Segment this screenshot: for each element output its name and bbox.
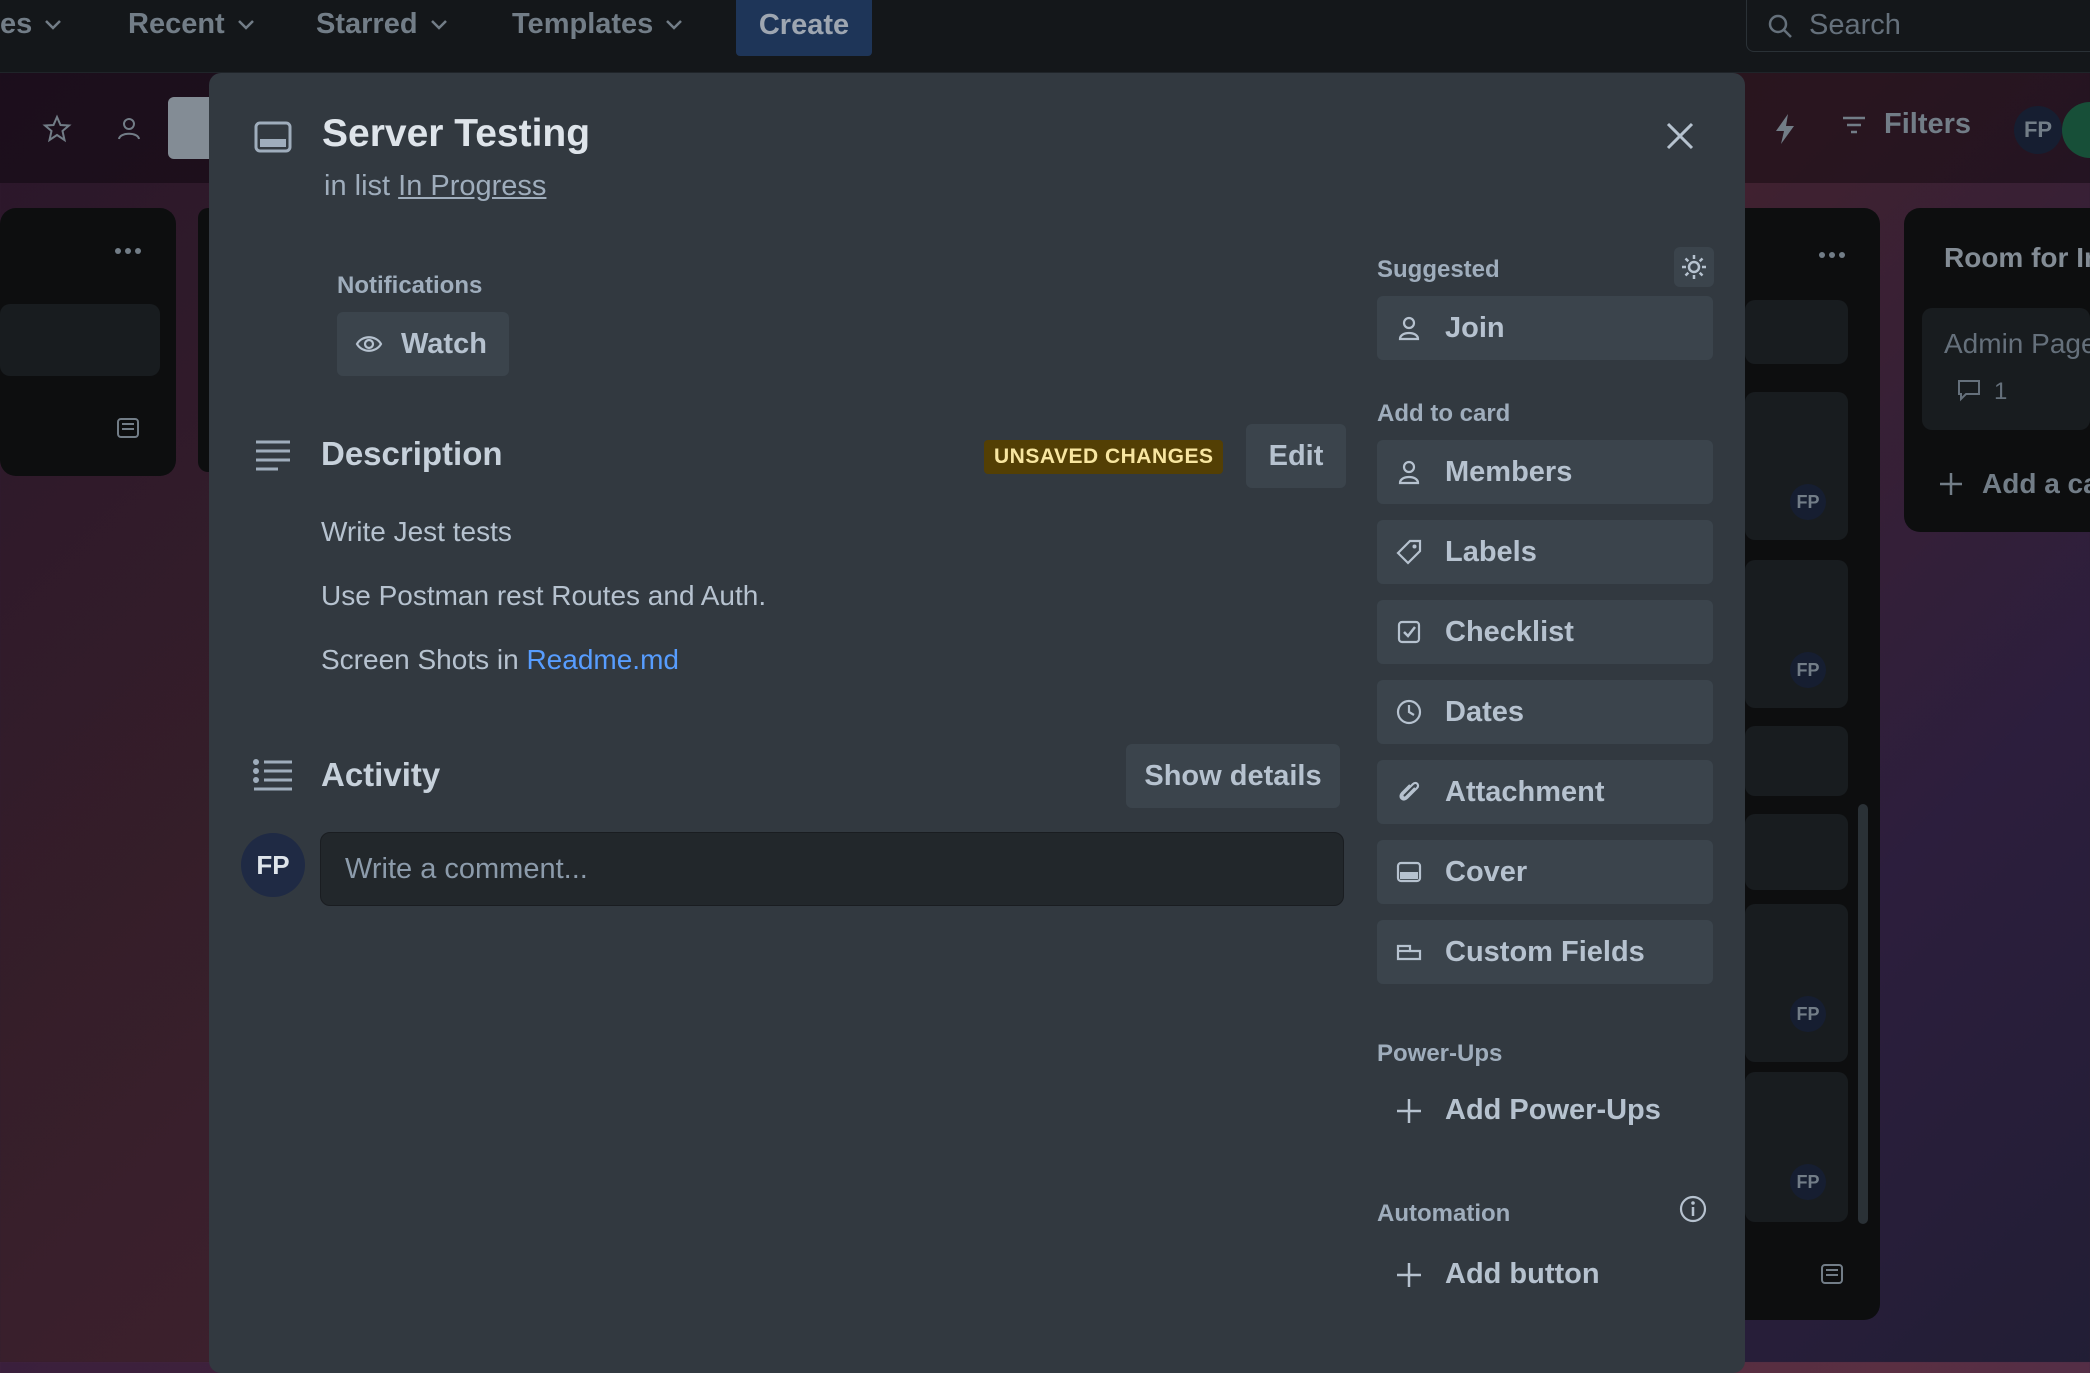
- add-powerups-button[interactable]: Add Power-Ups: [1395, 1094, 1661, 1127]
- description-line: Use Postman rest Routes and Auth.: [321, 580, 767, 611]
- plus-icon: [1397, 1262, 1421, 1287]
- eye-icon: [355, 336, 383, 352]
- powerups-heading: Power-Ups: [1377, 1040, 1503, 1067]
- description-line: Screen Shots in Readme.md: [321, 644, 679, 676]
- person-icon: [1398, 316, 1420, 341]
- add-powerups-label: Add Power-Ups: [1445, 1094, 1661, 1126]
- paperclip-icon: [1399, 781, 1420, 801]
- description-heading: Description: [321, 435, 503, 472]
- watch-button[interactable]: Watch: [337, 312, 509, 376]
- join-label: Join: [1445, 311, 1505, 344]
- info-icon[interactable]: [1678, 1194, 1708, 1224]
- description-text: Screen Shots in: [321, 644, 527, 675]
- gear-icon: [1682, 255, 1706, 279]
- description-icon: [256, 440, 290, 471]
- custom-fields-label: Custom Fields: [1445, 935, 1645, 968]
- activity-heading: Activity: [321, 756, 441, 793]
- labels-label: Labels: [1445, 535, 1537, 568]
- checklist-button[interactable]: Checklist: [1377, 600, 1713, 664]
- checklist-label: Checklist: [1445, 615, 1574, 648]
- labels-button[interactable]: Labels: [1377, 520, 1713, 584]
- close-icon[interactable]: [1660, 116, 1700, 156]
- commenter-initials: FP: [256, 849, 290, 880]
- notifications-heading: Notifications: [337, 272, 483, 299]
- comment-input[interactable]: Write a comment...: [320, 832, 1344, 906]
- tag-icon: [1396, 539, 1422, 565]
- avatar[interactable]: FP: [241, 833, 305, 897]
- members-label: Members: [1445, 455, 1573, 488]
- add-automation-button[interactable]: Add button: [1395, 1258, 1600, 1291]
- cover-label: Cover: [1445, 855, 1528, 888]
- clock-icon: [1396, 699, 1422, 725]
- card-cover-icon: [1396, 861, 1422, 883]
- card-list-info: in list In Progress: [324, 170, 546, 203]
- unsaved-changes-badge: UNSAVED CHANGES: [984, 440, 1224, 474]
- suggested-settings-button[interactable]: [1674, 247, 1714, 287]
- person-icon: [1398, 460, 1420, 485]
- suggested-heading: Suggested: [1377, 256, 1500, 283]
- plus-icon: [1397, 1098, 1421, 1123]
- add-button-label: Add button: [1445, 1258, 1600, 1290]
- list-link[interactable]: In Progress: [398, 170, 546, 202]
- add-to-card-heading: Add to card: [1377, 400, 1511, 427]
- members-button[interactable]: Members: [1377, 440, 1713, 504]
- watch-label: Watch: [401, 327, 487, 360]
- checkbox-icon: [1397, 620, 1421, 644]
- edit-description-button[interactable]: Edit: [1246, 424, 1346, 488]
- card-title[interactable]: Server Testing: [322, 112, 590, 156]
- show-details-button[interactable]: Show details: [1126, 744, 1340, 808]
- description-line: Write Jest tests: [321, 516, 512, 547]
- dates-button[interactable]: Dates: [1377, 680, 1713, 744]
- card-icon: [254, 121, 292, 153]
- activity-icon: [253, 759, 292, 791]
- list-prefix: in list: [324, 170, 391, 202]
- join-button[interactable]: Join: [1377, 296, 1713, 360]
- cover-button[interactable]: Cover: [1377, 840, 1713, 904]
- custom-fields-icon: [1396, 944, 1422, 961]
- comment-placeholder: Write a comment...: [345, 852, 588, 885]
- custom-fields-button[interactable]: Custom Fields: [1377, 920, 1713, 984]
- dates-label: Dates: [1445, 695, 1524, 728]
- attachment-button[interactable]: Attachment: [1377, 760, 1713, 824]
- readme-link[interactable]: Readme.md: [526, 644, 679, 675]
- automation-heading: Automation: [1377, 1200, 1511, 1227]
- attachment-label: Attachment: [1445, 775, 1605, 808]
